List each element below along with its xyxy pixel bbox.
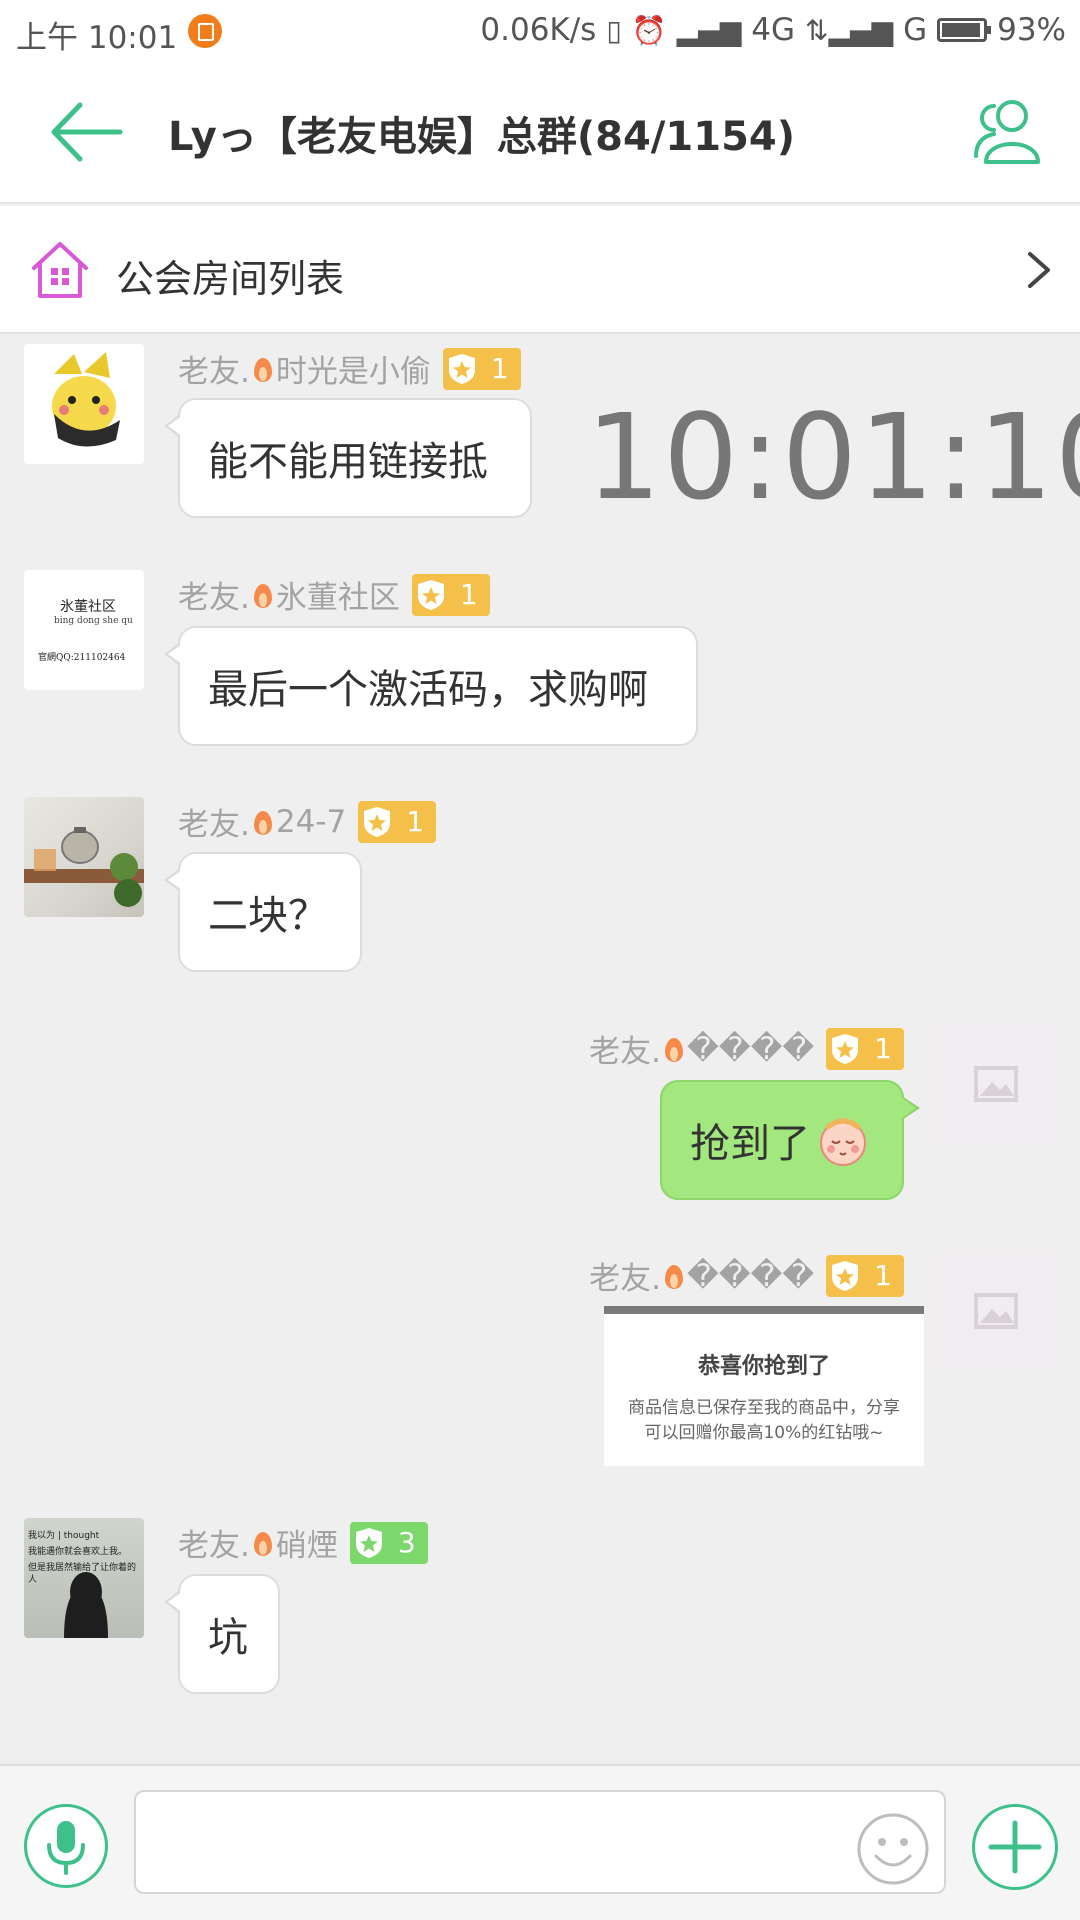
avatar-placeholder[interactable] bbox=[936, 1024, 1056, 1144]
chat-title: Lyっ【老友电娱】总群(84/1154) bbox=[168, 114, 796, 160]
notification-icon bbox=[188, 14, 222, 48]
avatar[interactable] bbox=[24, 797, 144, 917]
sender-name[interactable]: 硝煙 bbox=[276, 1520, 338, 1565]
flame-icon bbox=[252, 1528, 274, 1558]
shield-star-icon bbox=[448, 353, 475, 384]
message-text: 坑 bbox=[208, 1615, 248, 1661]
level-number: 1 bbox=[874, 1032, 892, 1065]
shield-star-icon bbox=[355, 1527, 382, 1558]
level-badge: 1 bbox=[826, 1027, 904, 1070]
shield-star-icon bbox=[832, 1260, 859, 1291]
sender-name[interactable]: 24-7 bbox=[276, 804, 346, 840]
message-text: 最后一个激活码，求购啊 bbox=[208, 667, 648, 713]
network-g-label: G bbox=[903, 12, 928, 48]
reward-card[interactable]: 恭喜你抢到了 商品信息已保存至我的商品中，分享可以回赠你最高10%的红钻哦~ bbox=[604, 1306, 924, 1466]
flame-icon bbox=[252, 354, 274, 384]
avatar-text: 氷董社区 bbox=[60, 599, 116, 615]
clock-overlay: 10:01:10 bbox=[586, 388, 1080, 526]
level-number: 1 bbox=[459, 578, 478, 611]
level-badge: 1 bbox=[442, 347, 521, 390]
sender-prefix: 老友. bbox=[589, 1034, 662, 1070]
sender-info: 老友. 时光是小偷 1 bbox=[178, 346, 521, 391]
flame-icon bbox=[252, 580, 274, 610]
card-title: 恭喜你抢到了 bbox=[697, 1354, 830, 1379]
status-time: 上午 10:01 bbox=[16, 20, 178, 56]
house-icon bbox=[32, 242, 88, 298]
emoji-icon[interactable] bbox=[856, 1812, 930, 1886]
sender-info: 老友. 硝煙 3 bbox=[178, 1520, 428, 1565]
level-number: 1 bbox=[490, 352, 509, 385]
plus-icon bbox=[988, 1820, 1042, 1874]
shield-star-icon bbox=[417, 579, 444, 610]
avatar-placeholder[interactable] bbox=[936, 1251, 1056, 1371]
microphone-icon bbox=[47, 1821, 85, 1875]
flame-icon bbox=[663, 1261, 685, 1291]
title-bar: Lyっ【老友电娱】总群(84/1154) bbox=[0, 62, 1080, 204]
message-bubble[interactable]: 最后一个激活码，求购啊 bbox=[164, 626, 698, 746]
avatar-text: 官網QQ:211102464 bbox=[38, 653, 126, 663]
message-bubble[interactable]: 二块？ bbox=[164, 852, 362, 972]
sender-info: 老友. ���� 1 bbox=[589, 1026, 904, 1071]
status-bar: 上午 10:01 0.06K/s ▯ ⏰ ▂▄▆ 4G ⇅▂▄▆ G 93% bbox=[0, 0, 1080, 62]
sender-prefix: 老友. bbox=[589, 1261, 662, 1297]
message-text: 抢到了 bbox=[690, 1121, 810, 1167]
avatar[interactable]: 我以为 | thought 我能遇你就会喜欢上我。 但是我居然输给了让你着的人 bbox=[24, 1518, 144, 1638]
level-badge: 1 bbox=[358, 800, 437, 843]
alarm-icon: ⏰ bbox=[631, 13, 667, 47]
sender-prefix: 老友. bbox=[178, 580, 250, 616]
group-members-icon[interactable] bbox=[972, 96, 1044, 168]
message-bubble[interactable]: 抢到了 bbox=[660, 1080, 920, 1200]
sender-name[interactable]: 时光是小偷 bbox=[276, 346, 431, 391]
level-badge: 3 bbox=[349, 1521, 428, 1564]
flame-icon bbox=[252, 807, 274, 837]
sender-prefix: 老友. bbox=[178, 354, 250, 390]
signal-icon-2: ⇅▂▄▆ bbox=[805, 13, 894, 47]
input-bar bbox=[0, 1764, 1080, 1920]
sender-prefix: 老友. bbox=[178, 1528, 250, 1564]
sender-info: 老友. 24-7 1 bbox=[178, 799, 437, 844]
avatar[interactable] bbox=[24, 344, 144, 464]
network-4g-label: 4G bbox=[751, 12, 795, 48]
shield-star-icon bbox=[364, 806, 391, 837]
message-text: 二块？ bbox=[208, 893, 328, 939]
avatar[interactable]: 氷董社区 bing dong she qu 官網QQ:211102464 bbox=[24, 570, 144, 690]
battery-icon bbox=[937, 18, 992, 42]
sender-prefix: 老友. bbox=[178, 807, 250, 843]
vibrate-icon: ▯ bbox=[606, 13, 622, 47]
emoji-blush-icon bbox=[820, 1118, 866, 1166]
chevron-right-icon bbox=[1028, 252, 1050, 288]
card-body: 商品信息已保存至我的商品中，分享可以回赠你最高10%的红钻哦~ bbox=[628, 1398, 900, 1443]
message-text: 能不能用链接抵 bbox=[208, 439, 488, 485]
flame-icon bbox=[663, 1034, 685, 1064]
message-bubble[interactable]: 能不能用链接抵 bbox=[164, 398, 532, 518]
level-badge: 1 bbox=[826, 1254, 904, 1297]
shield-star-icon bbox=[832, 1033, 859, 1064]
sender-info: 老友. 氷董社区 1 bbox=[178, 572, 490, 617]
guild-room-list-entry[interactable]: 公会房间列表 bbox=[0, 206, 1080, 334]
level-badge: 1 bbox=[411, 573, 490, 616]
guild-room-label: 公会房间列表 bbox=[116, 257, 345, 301]
net-speed: 0.06K/s bbox=[480, 12, 597, 48]
avatar-text: bing dong she qu bbox=[54, 616, 133, 626]
message-bubble[interactable]: 坑 bbox=[164, 1574, 280, 1694]
level-number: 1 bbox=[406, 805, 425, 838]
status-right: 0.06K/s ▯ ⏰ ▂▄▆ 4G ⇅▂▄▆ G 93% bbox=[480, 12, 1066, 48]
level-number: 3 bbox=[397, 1526, 416, 1559]
battery-percent: 93% bbox=[997, 12, 1066, 48]
level-number: 1 bbox=[874, 1259, 892, 1292]
broken-image-icon bbox=[974, 1066, 1018, 1102]
signal-icon: ▂▄▆ bbox=[676, 13, 742, 47]
sender-info: 老友. ���� 1 bbox=[589, 1253, 904, 1298]
sender-name[interactable]: ���� bbox=[687, 1031, 814, 1067]
sender-name[interactable]: ���� bbox=[687, 1258, 814, 1294]
broken-image-icon bbox=[974, 1293, 1018, 1329]
message-input[interactable] bbox=[134, 1790, 946, 1894]
back-arrow-icon[interactable] bbox=[48, 97, 128, 167]
add-more-button[interactable] bbox=[972, 1804, 1058, 1890]
voice-input-button[interactable] bbox=[24, 1804, 108, 1888]
sender-name[interactable]: 氷董社区 bbox=[276, 572, 400, 617]
